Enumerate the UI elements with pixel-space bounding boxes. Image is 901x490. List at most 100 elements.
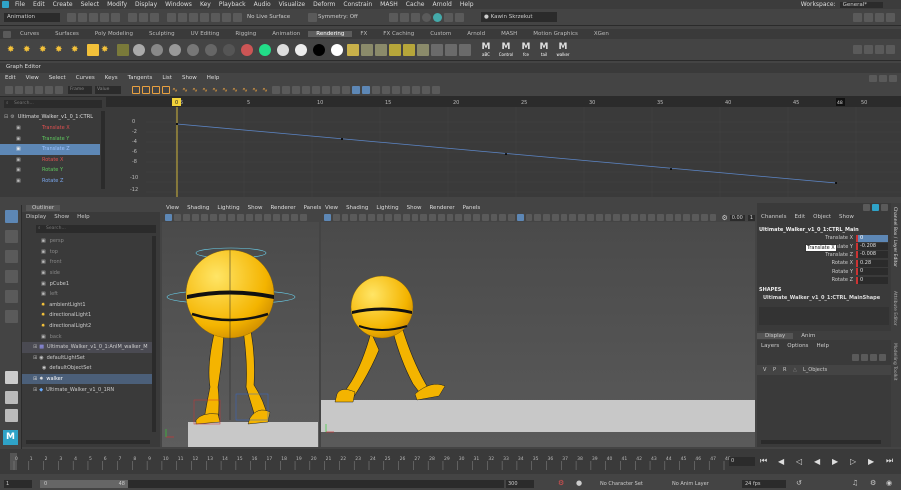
layer-playback-toggle[interactable]: P bbox=[773, 367, 783, 373]
sound-icon[interactable]: ♫ bbox=[852, 479, 858, 487]
go-to-start-icon[interactable]: ⏮ bbox=[760, 456, 778, 466]
outliner-item-top[interactable]: ▣ top bbox=[22, 247, 152, 258]
cb-menu-channels[interactable]: Channels bbox=[757, 214, 790, 220]
ge-expand-icon[interactable]: ⊟ bbox=[4, 114, 8, 120]
shelf-tab-motion-graphics[interactable]: Motion Graphics bbox=[525, 31, 586, 37]
ge-curve-2-icon[interactable] bbox=[392, 86, 400, 94]
ge-menu-tangents[interactable]: Tangents bbox=[123, 75, 158, 81]
outliner-hscroll[interactable] bbox=[26, 440, 150, 444]
side-tab-modelling-toolkit[interactable]: Modelling Toolkit bbox=[892, 343, 897, 381]
cb-menu-edit[interactable]: Edit bbox=[790, 214, 809, 220]
outliner-tab[interactable]: Outliner bbox=[26, 204, 61, 211]
vp1-tool-10-icon[interactable] bbox=[246, 214, 253, 221]
current-frame-field[interactable]: 0 bbox=[729, 457, 755, 466]
tool-settings-icon[interactable] bbox=[875, 12, 884, 22]
go-to-end-icon[interactable]: ⏭ bbox=[886, 456, 901, 466]
viewport-right[interactable]: View Shading Lighting Show Renderer Pane… bbox=[321, 203, 756, 447]
outliner-item-back[interactable]: ▣ back bbox=[22, 331, 152, 342]
shader-sphere-6-icon[interactable] bbox=[223, 43, 235, 56]
cb-tool-2-icon[interactable] bbox=[872, 204, 879, 211]
menu-visualize[interactable]: Visualize bbox=[275, 1, 309, 8]
ge-tangent-5-icon[interactable]: ∿ bbox=[212, 86, 220, 94]
snap-live-icon[interactable] bbox=[222, 12, 231, 22]
move-key-icon[interactable] bbox=[5, 86, 13, 94]
shelf-tail-button[interactable]: Mtail bbox=[535, 42, 553, 57]
ge-infinity-icon[interactable] bbox=[342, 86, 350, 94]
vp2-tool-icon[interactable] bbox=[586, 214, 594, 221]
ge-tangent-7-icon[interactable]: ∿ bbox=[232, 86, 240, 94]
ipr-render-icon[interactable] bbox=[411, 12, 420, 22]
modeling-toolkit-icon[interactable] bbox=[853, 12, 862, 22]
render-frame-icon[interactable] bbox=[389, 12, 398, 22]
vp2-tool-icon[interactable] bbox=[394, 214, 401, 221]
paint-select-icon[interactable] bbox=[5, 250, 18, 263]
user-account[interactable]: ● Kawin Skrzekut bbox=[481, 12, 557, 22]
vp2-menu-renderer[interactable]: Renderer bbox=[425, 205, 458, 211]
vp2-tool-icon[interactable] bbox=[700, 214, 708, 221]
vp2-tool-icon[interactable] bbox=[464, 214, 472, 221]
vp2-tool-icon[interactable] bbox=[630, 214, 638, 221]
vp2-tool-icon[interactable] bbox=[385, 214, 393, 221]
ge-frame-all-icon[interactable] bbox=[362, 86, 370, 94]
vp2-menu-lighting[interactable]: Lighting bbox=[372, 205, 402, 211]
outliner-menu-show[interactable]: Show bbox=[50, 214, 73, 220]
value-field[interactable]: Value bbox=[95, 86, 121, 94]
shader-sphere-2-icon[interactable] bbox=[151, 43, 163, 56]
fps-select[interactable]: 24 fps bbox=[742, 480, 786, 488]
shelf-side-1-icon[interactable] bbox=[853, 45, 862, 54]
vp2-tool-icon[interactable] bbox=[578, 214, 585, 221]
vp2-tool-icon[interactable] bbox=[359, 214, 366, 221]
render-view-icon[interactable] bbox=[444, 12, 453, 22]
vp1-tool-1-icon[interactable] bbox=[165, 214, 172, 221]
shader-light-icon[interactable] bbox=[295, 43, 307, 56]
vp2-tool-icon[interactable] bbox=[341, 214, 349, 221]
keyframe[interactable] bbox=[176, 123, 178, 125]
ge-channel-rotate-x[interactable]: ▣ Rotate X bbox=[0, 155, 100, 166]
vp1-tool-3-icon[interactable] bbox=[183, 214, 190, 221]
cb-attr-rotate-x[interactable]: Rotate X 0.28 bbox=[757, 259, 891, 267]
ge-layout-1-icon[interactable] bbox=[869, 74, 877, 82]
cb-tool-3-icon[interactable] bbox=[881, 204, 888, 211]
shelf-tab-uv-editing[interactable]: UV Editing bbox=[183, 31, 228, 37]
vp1-tool-12-icon[interactable] bbox=[264, 214, 271, 221]
outliner-item-directionallight1[interactable]: ✸ directionalLight1 bbox=[22, 310, 152, 321]
vp2-menu-panels[interactable]: Panels bbox=[459, 205, 485, 211]
vp2-menu-show[interactable]: Show bbox=[403, 205, 426, 211]
vp1-tool-2-icon[interactable] bbox=[174, 214, 181, 221]
shelf-tab-fx[interactable]: FX bbox=[352, 31, 375, 37]
vp1-tool-8-icon[interactable] bbox=[228, 214, 235, 221]
shelf-tab-fx-caching[interactable]: FX Caching bbox=[375, 31, 422, 37]
vp1-menu-view[interactable]: View bbox=[162, 205, 183, 211]
expand-icon[interactable]: ⊞ bbox=[33, 387, 37, 393]
vp1-menu-renderer[interactable]: Renderer bbox=[266, 205, 299, 211]
shader-sphere-3-icon[interactable] bbox=[169, 43, 181, 56]
render-tool-2-icon[interactable] bbox=[375, 43, 387, 56]
vp2-tool-icon[interactable] bbox=[613, 214, 621, 221]
vp2-value-b[interactable]: 1 bbox=[747, 214, 756, 221]
shelf-settings-icon[interactable] bbox=[3, 30, 11, 38]
ge-tangent-8-icon[interactable]: ∿ bbox=[242, 86, 250, 94]
layer-move-down-icon[interactable] bbox=[861, 353, 868, 361]
ge-buffer-icon[interactable] bbox=[312, 86, 320, 94]
ge-tool-a-icon[interactable] bbox=[132, 86, 140, 94]
outliner-item-defaultobjectset[interactable]: ◉ defaultObjectSet bbox=[22, 363, 152, 374]
vp1-menu-show[interactable]: Show bbox=[244, 205, 267, 211]
shelf-tab-sculpting[interactable]: Sculpting bbox=[141, 31, 183, 37]
ge-time-ruler[interactable] bbox=[106, 97, 901, 107]
shelf-tab-mash[interactable]: MASH bbox=[493, 31, 525, 37]
menu-edit[interactable]: Edit bbox=[29, 1, 49, 8]
outliner-search[interactable]: ⌕ Search... bbox=[36, 225, 156, 233]
ge-break-icon[interactable] bbox=[272, 86, 280, 94]
range-track[interactable] bbox=[128, 480, 504, 488]
layer-color-icon[interactable]: △ bbox=[793, 367, 803, 373]
ge-tangent-2-icon[interactable]: ∿ bbox=[182, 86, 190, 94]
vp2-gear-icon[interactable]: ⚙ bbox=[721, 214, 727, 222]
vp2-tool-icon[interactable] bbox=[446, 214, 454, 221]
cb-attr-value[interactable]: 0 bbox=[856, 234, 888, 242]
cb-object-name[interactable]: Ultimate_Walker_v1_0_1:CTRL_Main bbox=[759, 227, 859, 233]
arnold-render-icon[interactable] bbox=[455, 12, 464, 22]
layer-menu-options[interactable]: Options bbox=[783, 343, 812, 349]
expand-icon[interactable]: ⊞ bbox=[33, 376, 37, 382]
layer-tab-anim[interactable]: Anim bbox=[793, 333, 823, 339]
scale-tool-icon[interactable] bbox=[5, 310, 18, 323]
